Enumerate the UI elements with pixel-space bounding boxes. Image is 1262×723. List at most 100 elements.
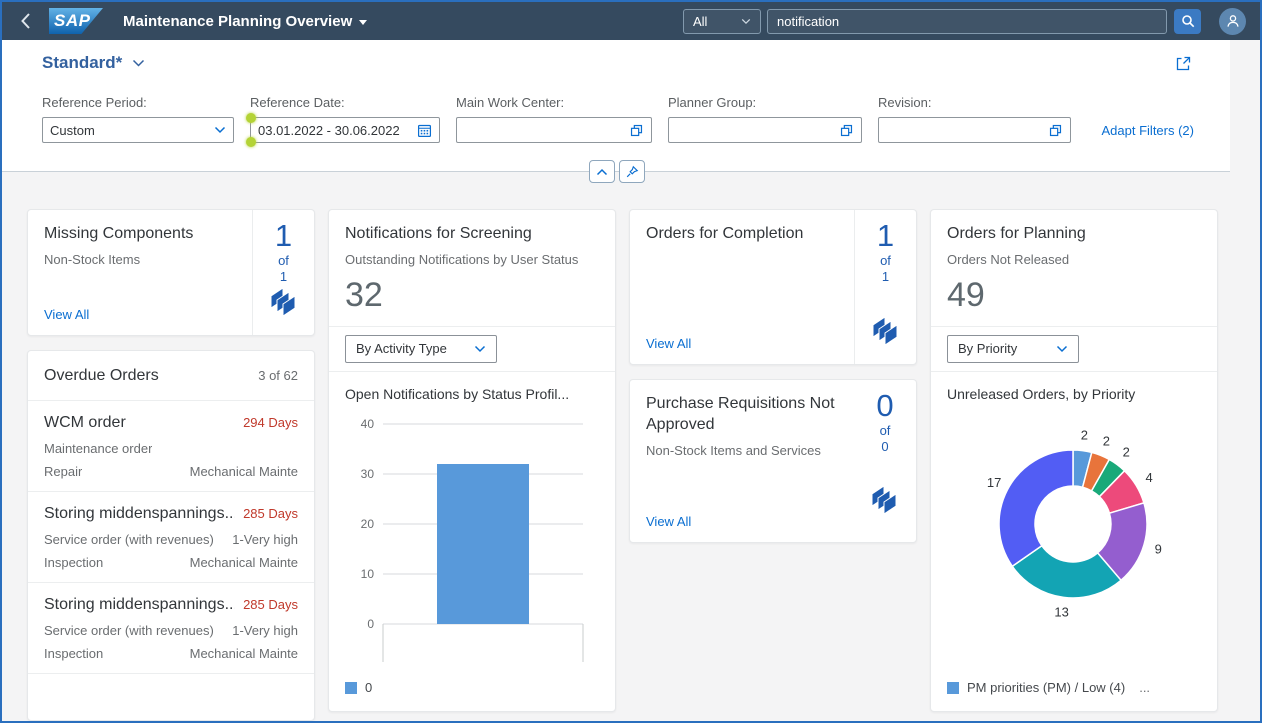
filter-field-main-work-center: Main Work Center: (456, 95, 652, 143)
collapse-header-button[interactable] (589, 160, 615, 183)
order-title: Storing middenspannings... (44, 596, 236, 614)
main-work-center-input[interactable] (456, 117, 652, 143)
share-icon[interactable] (1173, 53, 1194, 79)
revision-input[interactable] (878, 117, 1071, 143)
card-title: Missing Components (44, 225, 194, 242)
planner-group-input[interactable] (668, 117, 862, 143)
chart-legend: 0 (329, 676, 615, 711)
sap-logo[interactable]: SAP (49, 8, 103, 34)
kpi-count: 1 (876, 218, 895, 253)
view-all-link[interactable]: View All (646, 514, 840, 529)
notifications-for-screening-card[interactable]: Notifications for Screening Outstanding … (328, 209, 616, 712)
svg-text:2: 2 (1081, 427, 1088, 442)
order-priority: 1-Very high (232, 532, 298, 548)
card-title: Orders for Completion (646, 225, 804, 242)
filter-label: Revision: (878, 95, 932, 110)
svg-text:0: 0 (367, 617, 374, 631)
svg-text:17: 17 (987, 475, 1001, 490)
orders-for-planning-card[interactable]: Orders for Planning Orders Not Released … (930, 209, 1218, 712)
list-counter: 3 of 62 (258, 368, 298, 384)
overdue-days-badge: 294 Days (243, 415, 298, 431)
missing-components-card[interactable]: Missing Components Non-Stock Items View … (27, 209, 315, 337)
kpi-total: 1 (279, 269, 288, 285)
svg-text:40: 40 (361, 417, 375, 431)
bar-chart: 0 10 20 30 40 (329, 404, 615, 675)
order-work-center: Mechanical Mainte (189, 646, 298, 662)
kpi-count: 0 (876, 388, 894, 423)
search-input[interactable] (767, 8, 1167, 34)
overdue-orders-card[interactable]: Overdue Orders 3 of 62 WCM order 294 Day… (27, 350, 315, 721)
overdue-days-badge: 285 Days (243, 597, 298, 613)
value-help-icon[interactable] (1048, 123, 1063, 138)
stacked-cards-icon (870, 484, 900, 521)
legend-swatch (345, 681, 357, 694)
order-activity: Repair (44, 464, 83, 480)
kpi-of-label: of (880, 252, 891, 268)
chevron-left-icon (21, 13, 30, 29)
adapt-filters-link[interactable]: Adapt Filters (2) (1102, 123, 1194, 138)
legend-label: 0 (365, 680, 373, 695)
pin-header-button[interactable] (619, 160, 645, 183)
list-item[interactable]: WCM order 294 Days Maintenance order Rep… (28, 401, 314, 493)
order-priority: 1-Very high (232, 623, 298, 639)
legend-label: PM priorities (PM) / Low (4) (967, 680, 1126, 695)
purchase-requisitions-card[interactable]: Purchase Requisitions Not Approved Non-S… (629, 379, 917, 543)
stacked-cards-icon (269, 286, 299, 323)
orders-for-completion-card[interactable]: Orders for Completion View All 1 of 1 (629, 209, 917, 365)
variant-selector[interactable]: Standard* (42, 53, 145, 73)
back-button[interactable] (16, 11, 35, 31)
svg-text:9: 9 (1155, 541, 1162, 556)
kpi-of-label: of (278, 252, 289, 268)
kpi-of-label: of (879, 422, 891, 438)
filter-field-planner-group: Planner Group: (668, 95, 862, 143)
chevron-down-icon (474, 345, 486, 352)
svg-text:2: 2 (1103, 433, 1110, 448)
card-title: Orders for Planning (947, 225, 1086, 242)
chevron-down-icon (741, 18, 751, 24)
order-type: Service order (with revenues) (44, 623, 214, 639)
svg-text:2: 2 (1123, 444, 1130, 459)
priority-value: By Priority (958, 341, 1018, 357)
activity-type-value: By Activity Type (356, 341, 447, 357)
priority-select[interactable]: By Priority (947, 334, 1079, 363)
app-title[interactable]: Maintenance Planning Overview (123, 13, 368, 30)
title-dropdown-caret-icon (359, 19, 368, 25)
kpi-total: 0 (881, 439, 889, 455)
svg-text:10: 10 (361, 567, 375, 581)
reference-period-select[interactable]: Custom (42, 117, 234, 143)
variant-title: Standard* (42, 53, 123, 72)
view-all-link[interactable]: View All (44, 307, 238, 322)
value-help-icon[interactable] (839, 123, 854, 138)
pin-icon (626, 165, 639, 177)
chevron-down-icon (214, 126, 226, 134)
shell-header: SAP Maintenance Planning Overview All (2, 2, 1260, 40)
sap-logo-text: SAP (54, 11, 91, 30)
reference-date-input[interactable]: 03.01.2022 - 30.06.2022 (246, 113, 440, 147)
chevron-down-icon (133, 59, 145, 67)
stacked-cards-icon (871, 315, 901, 352)
activity-type-select[interactable]: By Activity Type (345, 334, 497, 363)
card-title: Purchase Requisitions Not Approved (646, 395, 835, 433)
order-type: Service order (with revenues) (44, 532, 214, 548)
list-item[interactable]: Storing middenspannings... 285 Days Serv… (28, 583, 314, 675)
order-activity: Inspection (44, 646, 104, 662)
list-item[interactable]: Storing middenspannings... 285 Days Serv… (28, 492, 314, 584)
legend-more: ... (1139, 680, 1151, 695)
value-help-icon[interactable] (629, 123, 644, 138)
view-all-link[interactable]: View All (646, 336, 840, 351)
card-subtitle: Non-Stock Items and Services (646, 442, 821, 458)
search-scope-select[interactable]: All (683, 8, 761, 34)
donut-chart: 2 2 2 4 9 13 17 (931, 404, 1217, 657)
order-work-center: Mechanical Mainte (189, 464, 298, 480)
filter-bar: Standard* Reference Period: Custom Refer… (2, 40, 1230, 183)
reference-date-value: 03.01.2022 - 30.06.2022 (258, 122, 400, 138)
svg-text:30: 30 (361, 467, 375, 481)
annotation-dot (246, 137, 256, 147)
calendar-icon[interactable] (417, 123, 432, 138)
overview-content: Missing Components Non-Stock Items View … (2, 172, 1260, 721)
annotation-dot (246, 113, 256, 123)
search-button[interactable] (1174, 8, 1201, 34)
filter-label: Planner Group: (668, 95, 757, 110)
avatar[interactable] (1219, 7, 1246, 35)
card-subtitle: Non-Stock Items (44, 251, 141, 267)
